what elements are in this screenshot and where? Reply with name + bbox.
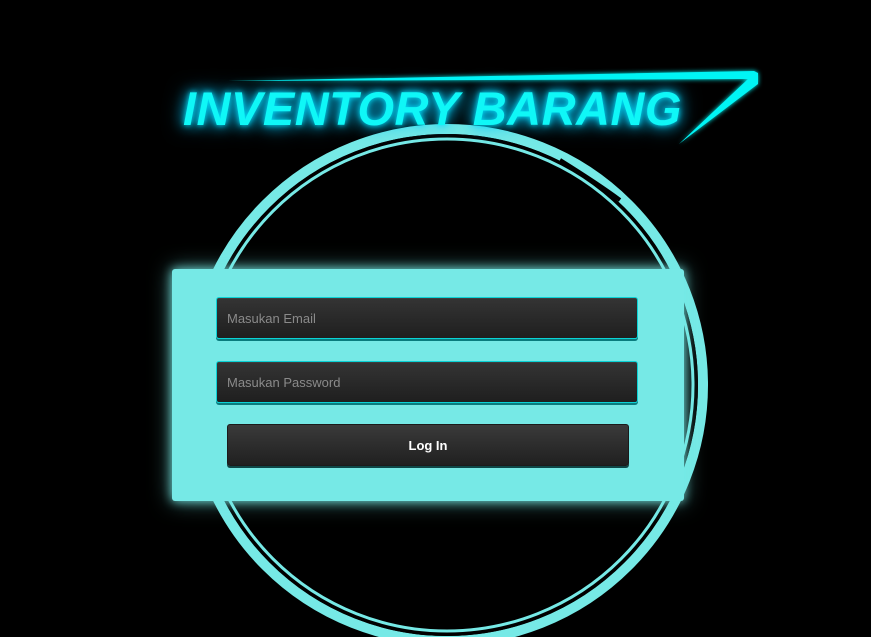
email-field[interactable]	[216, 297, 638, 339]
app-title: INVENTORY BARANG	[183, 82, 682, 135]
login-form: Log In	[172, 269, 684, 501]
password-field[interactable]	[216, 361, 638, 403]
login-button[interactable]: Log In	[227, 424, 629, 466]
login-page: INVENTORY BARANG Log In	[0, 0, 871, 637]
